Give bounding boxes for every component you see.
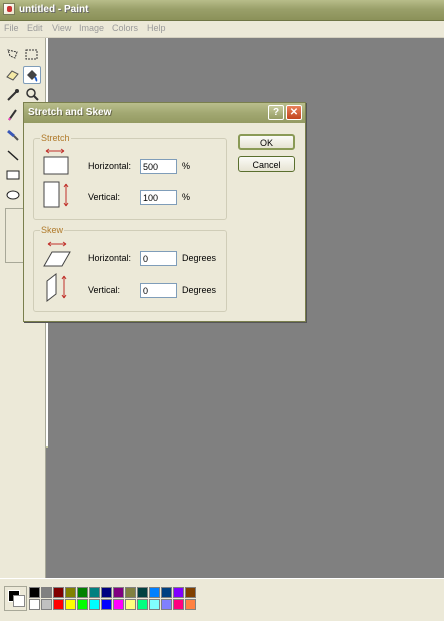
color-swatch[interactable] (53, 599, 64, 610)
resize-handle-bottom[interactable] (46, 446, 48, 448)
current-colors-box[interactable] (4, 586, 27, 611)
menu-image[interactable]: Image (79, 23, 104, 33)
ellipse-tool[interactable] (4, 186, 22, 204)
color-swatch[interactable] (149, 587, 160, 598)
stretch-horizontal-label: Horizontal: (88, 161, 132, 171)
line-tool[interactable] (4, 146, 22, 164)
line-icon (7, 150, 19, 161)
color-swatch[interactable] (137, 587, 148, 598)
dialog-title: Stretch and Skew (28, 107, 112, 118)
color-swatch[interactable] (77, 599, 88, 610)
rect-select-tool[interactable] (23, 46, 41, 64)
pencil-icon (8, 109, 17, 121)
skew-horizontal-unit: Degrees (182, 253, 217, 263)
stretch-vertical-input[interactable] (140, 190, 177, 205)
color-swatch[interactable] (41, 587, 52, 598)
ok-button[interactable]: OK (238, 134, 295, 150)
fill-icon (27, 70, 38, 82)
skew-horizontal-label: Horizontal: (88, 253, 132, 263)
stretch-horizontal-unit: % (182, 161, 191, 171)
close-button[interactable]: ✕ (286, 105, 302, 120)
color-swatch[interactable] (125, 587, 136, 598)
color-picker-icon (7, 89, 19, 101)
color-swatch[interactable] (29, 587, 40, 598)
color-swatch[interactable] (89, 587, 100, 598)
window-title: untitled - Paint (19, 4, 89, 15)
color-swatch[interactable] (53, 587, 64, 598)
paint-app-icon (3, 3, 15, 15)
eraser-icon (6, 70, 19, 81)
stretch-vertical-label: Vertical: (88, 192, 121, 202)
menu-help[interactable]: Help (147, 23, 166, 33)
menu-bar: File Edit View Image Colors Help (0, 21, 444, 38)
menu-file[interactable]: File (4, 23, 19, 33)
skew-group: Skew Horizontal: Degrees Vertical: Degre… (33, 225, 227, 312)
help-button[interactable]: ? (268, 105, 284, 120)
menu-edit[interactable]: Edit (27, 23, 43, 33)
color-swatch[interactable] (65, 587, 76, 598)
skew-vertical-input[interactable] (140, 283, 177, 298)
stretch-horizontal-input[interactable] (140, 159, 177, 174)
eraser-tool[interactable] (4, 66, 22, 84)
menu-view[interactable]: View (52, 23, 71, 33)
stretch-vertical-unit: % (182, 192, 191, 202)
rect-select-icon (25, 49, 38, 60)
color-swatch[interactable] (125, 599, 136, 610)
pencil-tool[interactable] (4, 106, 22, 124)
free-form-select-tool[interactable] (4, 46, 22, 64)
menu-colors[interactable]: Colors (112, 23, 138, 33)
skew-vertical-icon (46, 273, 67, 303)
rectangle-icon (6, 170, 20, 180)
color-swatch[interactable] (113, 599, 124, 610)
free-form-select-icon (7, 49, 18, 59)
color-swatch[interactable] (185, 587, 196, 598)
color-swatch[interactable] (185, 599, 196, 610)
skew-horizontal-input[interactable] (140, 251, 177, 266)
color-swatch[interactable] (41, 599, 52, 610)
color-swatch[interactable] (173, 599, 184, 610)
skew-vertical-unit: Degrees (182, 285, 217, 295)
color-swatch[interactable] (161, 587, 172, 598)
color-swatch[interactable] (161, 599, 172, 610)
skew-horizontal-icon (43, 241, 71, 267)
color-picker-tool[interactable] (4, 86, 22, 104)
dialog-title-bar[interactable]: Stretch and Skew ? ✕ (24, 103, 305, 123)
color-swatch[interactable] (173, 587, 184, 598)
color-swatch[interactable] (149, 599, 160, 610)
ellipse-icon (6, 190, 20, 200)
fill-tool[interactable] (23, 66, 41, 84)
stretch-group-label: Stretch (40, 133, 71, 143)
color-swatch[interactable] (113, 587, 124, 598)
color-swatch[interactable] (89, 599, 100, 610)
stretch-group: Stretch Horizontal: % Vertical: % (33, 133, 227, 220)
brush-tool[interactable] (4, 126, 22, 144)
brush-icon (7, 129, 19, 141)
color-swatch[interactable] (29, 599, 40, 610)
color-swatch[interactable] (101, 599, 112, 610)
skew-vertical-label: Vertical: (88, 285, 121, 295)
background-color (13, 595, 25, 607)
rectangle-tool[interactable] (4, 166, 22, 184)
skew-group-label: Skew (40, 225, 65, 235)
magnifier-icon (26, 88, 39, 101)
color-palette (0, 578, 444, 621)
stretch-horizontal-icon (43, 148, 69, 175)
title-bar[interactable]: untitled - Paint (0, 0, 444, 21)
color-swatch[interactable] (77, 587, 88, 598)
color-swatch[interactable] (65, 599, 76, 610)
cancel-button[interactable]: Cancel (238, 156, 295, 172)
stretch-vertical-icon (43, 181, 69, 208)
stretch-skew-dialog: Stretch and Skew ? ✕ Stretch Horizontal:… (23, 102, 306, 322)
color-swatch[interactable] (137, 599, 148, 610)
color-swatch[interactable] (101, 587, 112, 598)
